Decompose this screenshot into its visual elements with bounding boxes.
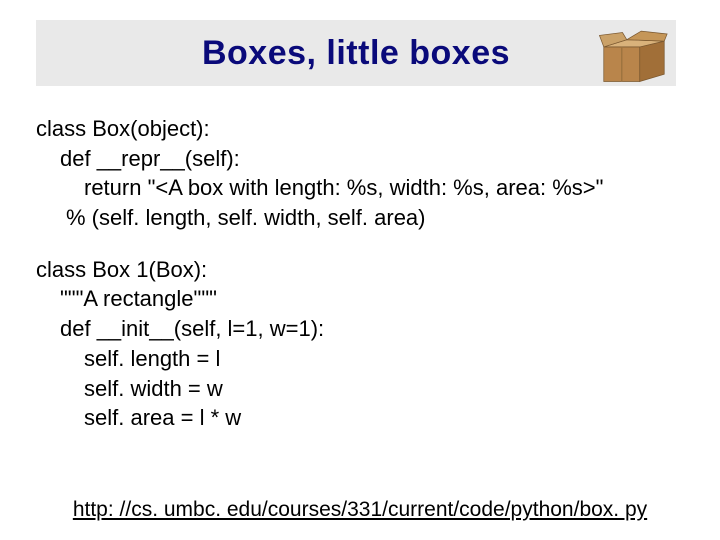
code-line: class Box 1(Box): bbox=[36, 255, 684, 285]
code-line: self. length = l bbox=[36, 344, 684, 374]
slide-title: Boxes, little boxes bbox=[202, 34, 510, 73]
source-link[interactable]: http: //cs. umbc. edu/courses/331/curren… bbox=[0, 498, 720, 522]
code-line: self. width = w bbox=[36, 374, 684, 404]
code-line: class Box(object): bbox=[36, 114, 684, 144]
title-bar: Boxes, little boxes bbox=[36, 20, 676, 86]
code-line: % (self. length, self. width, self. area… bbox=[36, 203, 684, 233]
slide: Boxes, little boxes class Box(object): d… bbox=[0, 0, 720, 540]
cardboard-box-icon bbox=[598, 28, 670, 86]
code-line: def __repr__(self): bbox=[36, 144, 684, 174]
code-line: """A rectangle""" bbox=[36, 284, 684, 314]
code-line: def __init__(self, l=1, w=1): bbox=[36, 314, 684, 344]
code-block-box1: class Box 1(Box): """A rectangle""" def … bbox=[36, 255, 684, 433]
code-block-box: class Box(object): def __repr__(self): r… bbox=[36, 114, 684, 233]
code-line: return "<A box with length: %s, width: %… bbox=[36, 173, 684, 203]
code-line: self. area = l * w bbox=[36, 403, 684, 433]
